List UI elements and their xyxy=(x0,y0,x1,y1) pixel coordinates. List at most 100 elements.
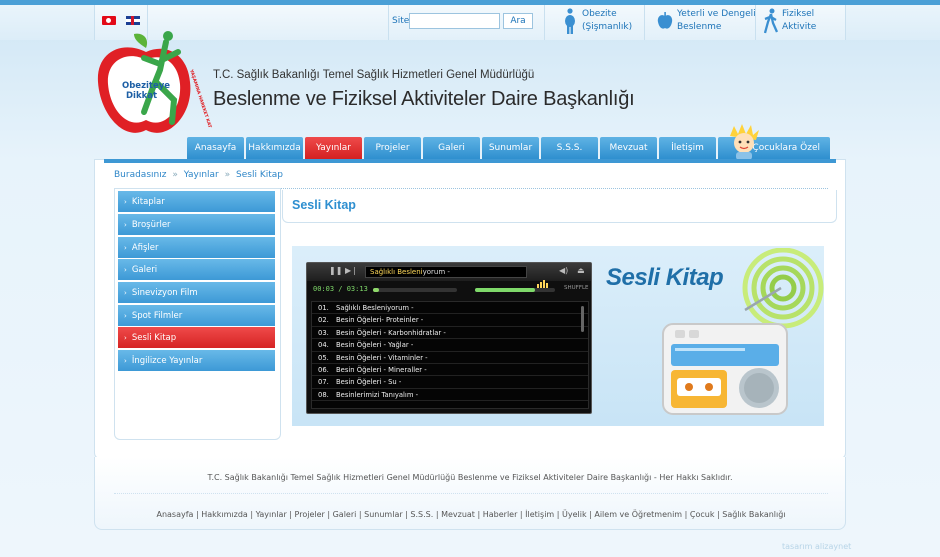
sidebar-item-spot-filmler[interactable]: › Spot Filmler xyxy=(118,305,275,326)
equalizer-icon xyxy=(537,269,551,288)
quick-link-nutrition[interactable]: Yeterli ve Dengeli Beslenme xyxy=(677,8,756,34)
obeziteye-dikkat-logo[interactable]: Obeziteye Dikkat YAŞAMINA HAREKET KAT xyxy=(94,30,214,150)
radio-illustration xyxy=(662,248,824,415)
nav-iletisim[interactable]: İletişim xyxy=(659,137,716,159)
breadcrumb-separator: » xyxy=(224,170,231,180)
breadcrumb-prefix: Buradasınız xyxy=(114,170,167,180)
footer-link[interactable]: Çocuk xyxy=(690,510,715,519)
footer-link[interactable]: Ailem ve Öğretmenim xyxy=(594,510,682,519)
footer-link[interactable]: Hakkımızda xyxy=(201,510,248,519)
chevron-right-icon: › xyxy=(124,333,127,342)
quick-link-obesity[interactable]: Obezite (Şişmanlık) xyxy=(582,8,632,34)
track-item[interactable]: 03. Besin Öğeleri - Karbonhidratlar - xyxy=(312,327,588,340)
nav-anasayfa[interactable]: Anasayfa xyxy=(187,137,244,159)
footer-link-separator: | xyxy=(433,510,442,519)
footer-link-separator: | xyxy=(247,510,256,519)
turkish-flag-icon[interactable] xyxy=(102,16,116,25)
chevron-right-icon: › xyxy=(124,311,127,320)
search-input[interactable] xyxy=(409,13,500,29)
shuffle-button[interactable]: SHUFFLE xyxy=(564,285,589,291)
divider xyxy=(755,5,756,40)
eject-icon[interactable]: ⏏ xyxy=(577,266,585,275)
sidebar-item-sesli-kitap[interactable]: › Sesli Kitap xyxy=(118,327,275,348)
playback-time: 00:03 / 03:13 xyxy=(313,285,368,293)
track-list-scrollbar[interactable] xyxy=(581,306,584,332)
design-credit[interactable]: tasarım alizaynet xyxy=(782,542,851,551)
progress-slider[interactable] xyxy=(373,288,457,292)
next-icon[interactable]: ▶❘ xyxy=(345,266,358,275)
divider xyxy=(388,5,389,40)
breadcrumb-separator: » xyxy=(172,170,178,180)
chevron-right-icon: › xyxy=(124,220,127,229)
footer-link[interactable]: Üyelik xyxy=(562,510,587,519)
org-title: Beslenme ve Fiziksel Aktiviteler Daire B… xyxy=(213,88,635,110)
footer-divider xyxy=(114,493,828,494)
org-subtitle: T.C. Sağlık Bakanlığı Temel Sağlık Hizme… xyxy=(213,69,535,81)
running-person-icon xyxy=(764,8,778,34)
chevron-right-icon: › xyxy=(124,243,127,252)
pause-icon[interactable]: ❚❚ xyxy=(329,266,342,275)
footer-copyright: T.C. Sağlık Bakanlığı Temel Sağlık Hizme… xyxy=(207,473,733,482)
chevron-right-icon: › xyxy=(124,356,127,365)
sidebar-item-ingilizce-yayinlar[interactable]: › İngilizce Yayınlar xyxy=(118,350,275,371)
divider xyxy=(644,5,645,40)
track-item[interactable]: 04. Besin Öğeleri - Yağlar - xyxy=(312,339,588,352)
child-mascot-icon xyxy=(730,124,759,160)
audio-player: ❚❚ ▶❘ Sağlıklı Besleniyorum - ◀) ⏏ 00:03… xyxy=(306,262,592,414)
nav-yayinlar[interactable]: Yayınlar xyxy=(305,137,362,159)
track-item[interactable]: 08. Besinlerimizi Tanıyalım - xyxy=(312,389,588,402)
logo-text-line1: Obeziteye xyxy=(122,81,170,91)
breadcrumb-yayinlar[interactable]: Yayınlar xyxy=(184,170,219,180)
footer-link[interactable]: Sunumlar xyxy=(364,510,403,519)
footer-link[interactable]: S.S.S. xyxy=(410,510,433,519)
nav-sunumlar[interactable]: Sunumlar xyxy=(482,137,539,159)
quick-link-physical-activity[interactable]: Fiziksel Aktivite xyxy=(782,8,816,34)
divider xyxy=(544,5,545,40)
footer-link-separator: | xyxy=(554,510,562,519)
footer-link[interactable]: Projeler xyxy=(295,510,325,519)
volume-icon[interactable]: ◀) xyxy=(559,266,568,275)
footer-links: Anasayfa | Hakkımızda | Yayınlar | Proje… xyxy=(0,510,940,519)
nav-hakkimizda[interactable]: Hakkımızda xyxy=(246,137,303,159)
track-item[interactable]: 07. Besin Öğeleri - Su - xyxy=(312,376,588,389)
sidebar-item-afisler[interactable]: › Afişler xyxy=(118,237,275,258)
track-item[interactable]: 02. Besin Öğeleri- Proteinler - xyxy=(312,314,588,327)
page-title: Sesli Kitap xyxy=(292,198,356,212)
breadcrumb-current[interactable]: Sesli Kitap xyxy=(236,170,283,180)
logo-text-line2: Dikkat xyxy=(126,91,157,101)
apple-icon xyxy=(657,12,673,29)
footer-link-separator: | xyxy=(356,510,365,519)
search-button[interactable]: Ara xyxy=(503,13,533,29)
track-item[interactable]: 01. Sağlıklı Besleniyorum - xyxy=(312,302,588,315)
footer-link[interactable]: Haberler xyxy=(483,510,518,519)
breadcrumb: Buradasınız » Yayınlar » Sesli Kitap xyxy=(114,170,283,180)
sidebar-item-sinevizyon-film[interactable]: › Sinevizyon Film xyxy=(118,282,275,303)
chevron-right-icon: › xyxy=(124,265,127,274)
sidebar-item-kitaplar[interactable]: › Kitaplar xyxy=(118,191,275,212)
logo-slogan: YAŞAMINA HAREKET KAT xyxy=(188,68,213,129)
sidebar-item-brosurler[interactable]: › Broşürler xyxy=(118,214,275,235)
progress-fill xyxy=(373,288,379,292)
footer-link[interactable]: İletişim xyxy=(525,510,554,519)
sidebar-item-galeri[interactable]: › Galeri xyxy=(118,259,275,280)
footer-link[interactable]: Mevzuat xyxy=(441,510,475,519)
footer-link[interactable]: Anasayfa xyxy=(156,510,193,519)
track-list: 01. Sağlıklı Besleniyorum - 02. Besin Öğel… xyxy=(311,301,589,409)
footer-link[interactable]: Sağlık Bakanlığı xyxy=(722,510,785,519)
footer-link[interactable]: Galeri xyxy=(333,510,357,519)
nav-galeri[interactable]: Galeri xyxy=(423,137,480,159)
obesity-person-icon xyxy=(565,8,575,34)
chevron-right-icon: › xyxy=(124,288,127,297)
site-search-label: Site xyxy=(392,16,410,26)
english-flag-icon[interactable] xyxy=(126,16,140,25)
nav-projeler[interactable]: Projeler xyxy=(364,137,421,159)
track-item[interactable]: 06. Besin Öğeleri - Mineraller - xyxy=(312,364,588,377)
nav-mevzuat[interactable]: Mevzuat xyxy=(600,137,657,159)
footer-link[interactable]: Yayınlar xyxy=(256,510,287,519)
track-item[interactable]: 05. Besin Öğeleri - Vitaminler - xyxy=(312,352,588,364)
page-title-box xyxy=(282,190,837,223)
volume-slider[interactable] xyxy=(475,288,555,292)
nav-sss[interactable]: S.S.S. xyxy=(541,137,598,159)
footer-link-separator: | xyxy=(517,510,526,519)
footer-link-separator: | xyxy=(324,510,333,519)
